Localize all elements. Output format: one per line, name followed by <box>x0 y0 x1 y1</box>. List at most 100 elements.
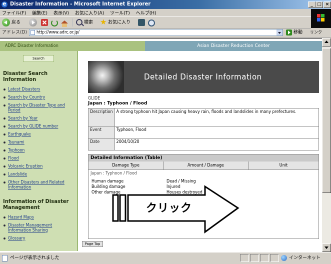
scroll-thumb[interactable] <box>322 48 331 193</box>
glide-label: GLIDE <box>88 96 101 101</box>
row-label: Description <box>88 108 115 127</box>
row-label: Date <box>88 138 115 151</box>
sidebar-item[interactable]: Search by Country <box>3 95 75 100</box>
row-label: Event <box>88 126 115 139</box>
menu-tools[interactable]: ツール(T) <box>110 10 130 16</box>
media-icon[interactable] <box>138 19 145 26</box>
satellite-image <box>88 61 124 93</box>
sidebar-item[interactable]: Glossary <box>3 236 68 241</box>
click-callout-text: クリック <box>146 202 193 215</box>
sidebar-item[interactable]: Search by Disaster Type and Period <box>3 103 75 113</box>
sidebar-heading-disaster-management: Information of Disaster Management <box>3 199 69 211</box>
window-title: Disaster Information - Microsoft Interne… <box>10 1 151 8</box>
sidebar-list-management: Hazard Maps Disaster Management Informat… <box>3 215 68 244</box>
sidebar-item[interactable]: Hazard Maps <box>3 215 68 220</box>
home-icon[interactable] <box>61 17 68 27</box>
toolbar: 戻る 検索 お気に入り <box>0 17 311 29</box>
site-banner-left: ADRC Disaster Information <box>0 41 145 51</box>
back-button-label[interactable]: 戻る <box>12 17 21 28</box>
column-header: Amount / Damage <box>164 161 249 170</box>
toolbar-separator <box>72 18 73 27</box>
vertical-scrollbar[interactable] <box>322 38 331 252</box>
status-panel <box>260 254 269 262</box>
chevron-down-icon[interactable] <box>276 29 283 36</box>
page-icon <box>2 255 8 262</box>
table-row: Description A strong typhoon hit Japan c… <box>88 108 320 127</box>
table-row: Event Typhoon, Flood <box>88 126 320 139</box>
status-bar: ページが表示されました インターネット <box>0 252 331 264</box>
sidebar-item[interactable]: Latest Disasters <box>3 87 75 92</box>
sidebar-item[interactable]: Disaster Management Information Sharing <box>3 223 68 233</box>
address-input[interactable]: http://www.adrc.or.jp/ <box>29 29 283 36</box>
detail-banner: Detailed Disaster Information <box>88 61 319 93</box>
star-icon[interactable] <box>100 18 107 27</box>
status-panel <box>250 254 259 262</box>
history-icon[interactable] <box>148 19 155 27</box>
back-arrow-icon[interactable] <box>2 18 10 27</box>
table-row: Date 2004/10/20 <box>88 138 320 151</box>
menu-view[interactable]: 表示(V) <box>53 10 69 16</box>
refresh-icon[interactable] <box>51 19 58 27</box>
search-button-label[interactable]: 検索 <box>84 17 93 28</box>
damage-table-header: Damage Type Amount / Damage Unit <box>88 161 319 170</box>
security-zone: インターネット <box>289 255 321 261</box>
sidebar-item[interactable]: Earthquake <box>3 132 75 137</box>
maximize-button[interactable]: □ <box>315 1 323 8</box>
sidebar: Search Disaster Search Information Lates… <box>0 51 78 251</box>
go-arrow-icon[interactable] <box>286 29 292 36</box>
globe-icon <box>281 255 287 261</box>
page-top-button[interactable]: Page Top <box>82 241 103 247</box>
arrow-stripe <box>119 194 127 222</box>
sidebar-item[interactable]: Volcanic Eruption <box>3 164 75 169</box>
address-bar: アドレス(D) http://www.adrc.or.jp/ 移動 リンク <box>0 28 331 38</box>
detail-table: Description A strong typhoon hit Japan c… <box>88 108 320 151</box>
title-bar: Disaster Information - Microsoft Interne… <box>0 0 331 9</box>
site-banner-right: Asian Disaster Reduction Center <box>145 41 322 51</box>
stop-icon[interactable] <box>41 19 48 26</box>
favorites-button-label[interactable]: お気に入り <box>108 17 131 28</box>
menu-help[interactable]: ヘルプ(H) <box>136 10 156 16</box>
column-header: Damage Type <box>89 161 164 170</box>
ie-icon <box>1 1 8 8</box>
row-value: Typhoon, Flood <box>114 126 320 139</box>
status-text: ページが表示されました <box>10 255 60 261</box>
menu-favorites[interactable]: お気に入り(A) <box>75 10 104 16</box>
address-url[interactable]: http://www.adrc.or.jp/ <box>37 30 80 36</box>
page-title: Detailed Disaster Information <box>144 72 262 82</box>
scroll-down-icon[interactable] <box>322 243 331 252</box>
menu-bar: ファイル(F) 編集(E) 表示(V) お気に入り(A) ツール(T) ヘルプ(… <box>0 9 311 17</box>
forward-arrow-icon[interactable] <box>29 18 37 27</box>
sidebar-item[interactable]: Search by GLIDE number <box>3 124 75 129</box>
disaster-heading: Japan : Typhoon / Flood <box>88 101 148 106</box>
browser-window: Disaster Information - Microsoft Interne… <box>0 0 331 264</box>
address-label: アドレス(D) <box>2 30 27 35</box>
site-banner-left-text[interactable]: ADRC Disaster Information <box>5 41 58 51</box>
search-icon[interactable] <box>76 19 83 26</box>
close-button[interactable]: × <box>323 1 331 8</box>
sidebar-item[interactable]: Typhoon <box>3 148 75 153</box>
sidebar-heading-disaster-search: Disaster Search Information <box>3 71 48 83</box>
arrow-stripe <box>112 194 119 222</box>
status-panel <box>240 254 249 262</box>
site-name[interactable]: Asian Disaster Reduction Center <box>145 41 322 51</box>
sidebar-item[interactable]: Search by Year <box>3 116 75 121</box>
column-header: Unit <box>279 163 288 168</box>
links-button[interactable]: リンク <box>310 28 322 37</box>
sidebar-item[interactable]: Landslide <box>3 172 75 177</box>
sidebar-item[interactable]: Flood <box>3 156 75 161</box>
menu-file[interactable]: ファイル(F) <box>2 10 26 16</box>
sidebar-item[interactable]: Other Disasters and Related Information <box>3 180 75 190</box>
sidebar-item[interactable]: Tsunami <box>3 140 75 145</box>
go-button[interactable]: 移動 <box>286 29 308 36</box>
sidebar-list-disaster: Latest Disasters Search by Country Searc… <box>3 87 75 193</box>
damage-table-title: Detailed Information (Table) <box>88 154 319 162</box>
menu-edit[interactable]: 編集(E) <box>32 10 47 16</box>
scroll-up-icon[interactable] <box>322 38 331 47</box>
minimize-button[interactable]: _ <box>308 1 316 8</box>
row-value: 2004/10/20 <box>114 138 320 151</box>
status-panel <box>270 254 279 262</box>
windows-logo-icon <box>311 9 331 28</box>
go-label[interactable]: 移動 <box>294 29 303 36</box>
page-icon <box>30 30 35 35</box>
sidebar-search-button[interactable]: Search <box>23 55 54 62</box>
